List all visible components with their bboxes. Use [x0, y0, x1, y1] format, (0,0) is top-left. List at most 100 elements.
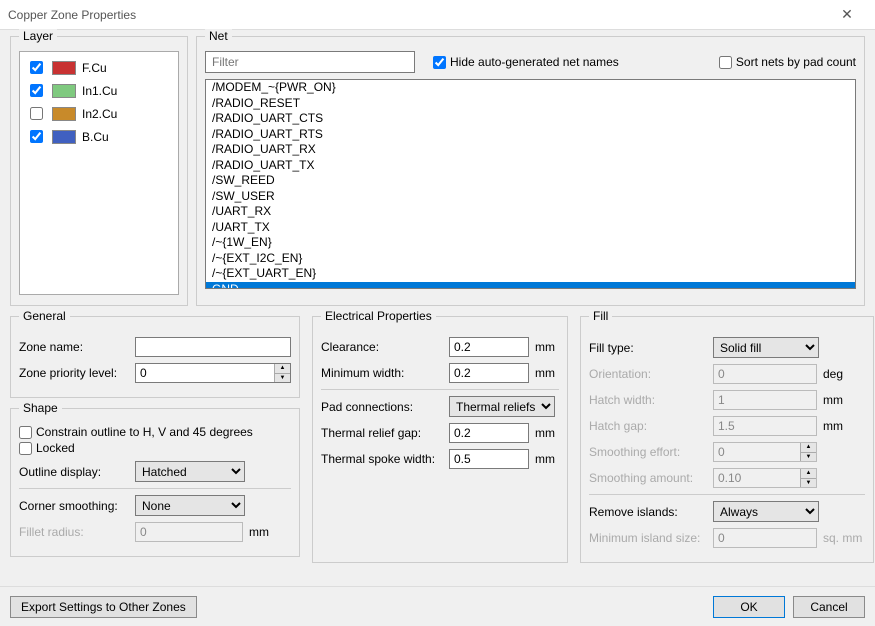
layer-checkbox[interactable]: [30, 130, 43, 143]
layer-item[interactable]: In1.Cu: [24, 79, 174, 102]
net-item[interactable]: /RADIO_UART_RX: [206, 142, 855, 158]
net-group-title: Net: [205, 29, 232, 43]
layer-list[interactable]: F.Cu In1.Cu In2.Cu B.Cu: [19, 51, 179, 295]
fillet-radius-input: [135, 522, 243, 542]
constrain-checkbox[interactable]: Constrain outline to H, V and 45 degrees: [19, 425, 291, 439]
fill-group-title: Fill: [589, 309, 612, 323]
net-item[interactable]: /UART_RX: [206, 204, 855, 220]
net-item[interactable]: /MODEM_~{PWR_ON}: [206, 80, 855, 96]
chevron-up-icon: ▲: [801, 443, 816, 453]
hatch-width-input: [713, 390, 817, 410]
thermal-gap-label: Thermal relief gap:: [321, 426, 443, 440]
min-width-label: Minimum width:: [321, 366, 443, 380]
net-filter-input[interactable]: [205, 51, 415, 73]
net-item[interactable]: /~{1W_EN}: [206, 235, 855, 251]
locked-checkbox[interactable]: Locked: [19, 441, 291, 455]
net-item[interactable]: /RADIO_RESET: [206, 96, 855, 112]
layer-swatch: [52, 61, 76, 75]
ok-button[interactable]: OK: [713, 596, 785, 618]
smoothing-amount-label: Smoothing amount:: [589, 471, 707, 485]
corner-smoothing-select[interactable]: None: [135, 495, 245, 516]
layer-swatch: [52, 107, 76, 121]
shape-group: Shape Constrain outline to H, V and 45 d…: [10, 408, 300, 557]
close-icon[interactable]: ✕: [827, 6, 867, 23]
net-item[interactable]: /RADIO_UART_TX: [206, 158, 855, 174]
layer-item[interactable]: In2.Cu: [24, 102, 174, 125]
pad-conn-label: Pad connections:: [321, 400, 443, 414]
orientation-input: [713, 364, 817, 384]
orientation-label: Orientation:: [589, 367, 707, 381]
min-island-input: [713, 528, 817, 548]
layer-name: In2.Cu: [82, 107, 117, 121]
electrical-group-title: Electrical Properties: [321, 309, 436, 323]
content: Layer F.Cu In1.Cu In2.Cu B.Cu Net Hide auto…: [0, 30, 875, 586]
hatch-gap-label: Hatch gap:: [589, 419, 707, 433]
zone-priority-input[interactable]: ▲▼: [135, 363, 291, 383]
thermal-spoke-input[interactable]: [449, 449, 529, 469]
net-item[interactable]: /SW_USER: [206, 189, 855, 205]
fillet-radius-unit: mm: [249, 525, 273, 539]
layer-group-title: Layer: [19, 29, 57, 43]
fill-type-select[interactable]: Solid fill: [713, 337, 819, 358]
net-item[interactable]: /RADIO_UART_CTS: [206, 111, 855, 127]
thermal-gap-input[interactable]: [449, 423, 529, 443]
shape-group-title: Shape: [19, 401, 62, 415]
layer-name: B.Cu: [82, 130, 109, 144]
net-item[interactable]: /~{EXT_I2C_EN}: [206, 251, 855, 267]
smoothing-effort-input: ▲▼: [713, 442, 817, 462]
zone-name-label: Zone name:: [19, 340, 129, 354]
outline-display-label: Outline display:: [19, 465, 129, 479]
export-settings-button[interactable]: Export Settings to Other Zones: [10, 596, 197, 618]
layer-swatch: [52, 84, 76, 98]
net-item[interactable]: /~{EXT_UART_EN}: [206, 266, 855, 282]
smoothing-amount-input: ▲▼: [713, 468, 817, 488]
layer-name: In1.Cu: [82, 84, 117, 98]
fill-group: Fill Fill type: Solid fill Orientation: …: [580, 316, 874, 563]
thermal-spoke-label: Thermal spoke width:: [321, 452, 443, 466]
outline-display-select[interactable]: Hatched: [135, 461, 245, 482]
hatch-gap-input: [713, 416, 817, 436]
zone-priority-label: Zone priority level:: [19, 366, 129, 380]
net-group: Net Hide auto-generated net names Sort n…: [196, 36, 865, 306]
chevron-down-icon: ▼: [801, 479, 816, 488]
cancel-button[interactable]: Cancel: [793, 596, 865, 618]
layer-swatch: [52, 130, 76, 144]
chevron-down-icon[interactable]: ▼: [275, 374, 290, 383]
electrical-group: Electrical Properties Clearance: mm Mini…: [312, 316, 568, 563]
remove-islands-select[interactable]: Always: [713, 501, 819, 522]
layer-checkbox[interactable]: [30, 84, 43, 97]
layer-item[interactable]: F.Cu: [24, 56, 174, 79]
clearance-input[interactable]: [449, 337, 529, 357]
chevron-up-icon[interactable]: ▲: [275, 364, 290, 374]
layer-item[interactable]: B.Cu: [24, 125, 174, 148]
general-group-title: General: [19, 309, 70, 323]
smoothing-effort-label: Smoothing effort:: [589, 445, 707, 459]
net-item[interactable]: /RADIO_UART_RTS: [206, 127, 855, 143]
fill-type-label: Fill type:: [589, 341, 707, 355]
sort-by-pad-label: Sort nets by pad count: [736, 55, 856, 69]
net-item[interactable]: /UART_TX: [206, 220, 855, 236]
layer-checkbox[interactable]: [30, 107, 43, 120]
general-group: General Zone name: Zone priority level: …: [10, 316, 300, 398]
layer-name: F.Cu: [82, 61, 107, 75]
net-item[interactable]: /SW_REED: [206, 173, 855, 189]
net-list[interactable]: /MODEM_~{PWR_ON}/RADIO_RESET/RADIO_UART_…: [205, 79, 856, 289]
corner-smoothing-label: Corner smoothing:: [19, 499, 129, 513]
zone-name-input[interactable]: [135, 337, 291, 357]
net-item[interactable]: GND: [206, 282, 855, 290]
footer: Export Settings to Other Zones OK Cancel: [0, 586, 875, 626]
fillet-radius-label: Fillet radius:: [19, 525, 129, 539]
pad-conn-select[interactable]: Thermal reliefs: [449, 396, 555, 417]
min-width-input[interactable]: [449, 363, 529, 383]
remove-islands-label: Remove islands:: [589, 505, 707, 519]
hide-auto-checkbox[interactable]: Hide auto-generated net names: [433, 55, 619, 69]
clearance-label: Clearance:: [321, 340, 443, 354]
hatch-width-label: Hatch width:: [589, 393, 707, 407]
sort-by-pad-checkbox[interactable]: Sort nets by pad count: [719, 55, 856, 69]
min-island-label: Minimum island size:: [589, 531, 707, 545]
layer-group: Layer F.CuIn1.CuIn2.CuB.Cu: [10, 36, 188, 306]
layer-checkbox[interactable]: [30, 61, 43, 74]
hide-auto-label: Hide auto-generated net names: [450, 55, 619, 69]
chevron-down-icon: ▼: [801, 453, 816, 462]
chevron-up-icon: ▲: [801, 469, 816, 479]
